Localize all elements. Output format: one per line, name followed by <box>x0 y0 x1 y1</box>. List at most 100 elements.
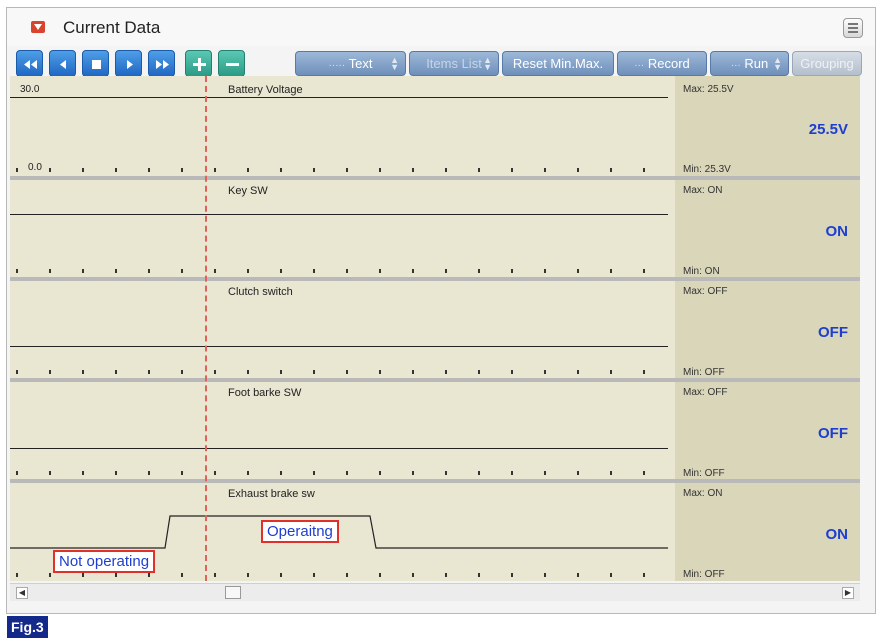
run-dropdown[interactable]: ··· Run ▲ ▼ <box>710 51 789 76</box>
plus-icon <box>193 58 206 71</box>
axis-tick <box>544 168 546 172</box>
value-panel-foot-brake-sw: Max: OFF OFF Min: OFF <box>675 382 860 479</box>
axis-tick <box>610 168 612 172</box>
axis-tick <box>82 471 84 475</box>
axis-tick <box>280 168 282 172</box>
right-arrow-icon <box>127 60 133 69</box>
axis-tick <box>412 370 414 374</box>
current-value: ON <box>825 223 849 240</box>
trace-line <box>10 448 668 449</box>
y-axis-min-label: 0.0 <box>28 162 42 173</box>
axis-tick <box>181 168 183 172</box>
horizontal-scrollbar[interactable]: ◀ ▶ <box>10 583 860 601</box>
fast-forward-button[interactable] <box>148 50 175 77</box>
axis-tick <box>610 573 612 577</box>
axis-tick <box>82 269 84 273</box>
axis-tick <box>82 573 84 577</box>
spinner-arrows-icon: ▲ ▼ <box>773 55 782 72</box>
max-value: Max: ON <box>683 185 723 196</box>
spinner-arrows-icon: ▲ ▼ <box>483 55 492 72</box>
stop-button[interactable] <box>82 50 109 77</box>
axis-tick <box>511 168 513 172</box>
current-data-graph[interactable]: 30.0 0.0 Battery Voltage Max: 25.5V 25.5… <box>10 76 860 581</box>
axis-tick <box>478 168 480 172</box>
axis-tick <box>610 471 612 475</box>
axis-tick <box>148 370 150 374</box>
axis-tick <box>511 573 513 577</box>
spinner-arrows-icon: ▲ ▼ <box>390 55 399 72</box>
current-value: ON <box>825 526 849 543</box>
axis-tick <box>643 168 645 172</box>
axis-tick <box>610 269 612 273</box>
axis-tick <box>445 269 447 273</box>
axis-tick <box>214 573 216 577</box>
axis-tick <box>478 471 480 475</box>
y-axis-max-label: 30.0 <box>20 84 40 95</box>
axis-tick <box>346 168 348 172</box>
scroll-right-arrow-icon[interactable]: ▶ <box>842 587 854 599</box>
min-value: Min: OFF <box>683 468 725 479</box>
not-operating-annotation: Not operating <box>53 550 156 573</box>
axis-tick <box>148 168 150 172</box>
scrollbar-thumb[interactable] <box>225 586 241 599</box>
scroll-left-arrow-icon[interactable]: ◀ <box>16 587 28 599</box>
axis-tick <box>247 370 249 374</box>
grouping-button[interactable]: Grouping <box>792 51 862 76</box>
axis-tick <box>610 370 612 374</box>
figure-caption: Fig.3 <box>7 616 48 638</box>
zoom-out-button[interactable] <box>218 50 245 77</box>
axis-tick <box>379 168 381 172</box>
axis-tick <box>346 573 348 577</box>
axis-tick <box>115 573 117 577</box>
rewind-button[interactable] <box>16 50 43 77</box>
axis-tick <box>478 370 480 374</box>
stop-square-icon <box>92 60 101 69</box>
back-button[interactable] <box>49 50 76 77</box>
record-label: Record <box>647 56 690 71</box>
text-dropdown-label: Text <box>348 56 373 71</box>
value-panel-clutch-switch: Max: OFF OFF Min: OFF <box>675 281 860 378</box>
current-value: OFF <box>818 425 848 442</box>
axis-tick <box>412 573 414 577</box>
axis-tick <box>181 573 183 577</box>
axis-tick <box>49 269 51 273</box>
time-cursor[interactable] <box>205 76 207 581</box>
reset-min-max-label: Reset Min.Max. <box>512 56 604 71</box>
trace-line <box>10 214 668 215</box>
axis-tick <box>544 573 546 577</box>
axis-tick <box>247 471 249 475</box>
axis-tick <box>577 573 579 577</box>
menu-icon[interactable] <box>843 18 863 38</box>
play-button[interactable] <box>115 50 142 77</box>
axis-tick <box>280 269 282 273</box>
zoom-in-button[interactable] <box>185 50 212 77</box>
axis-tick <box>16 168 18 172</box>
axis-tick <box>214 168 216 172</box>
lane-label: Foot barke SW <box>228 387 302 399</box>
axis-tick <box>379 573 381 577</box>
axis-tick <box>577 471 579 475</box>
axis-tick <box>313 269 315 273</box>
axis-tick <box>148 269 150 273</box>
record-button[interactable]: ··· Record <box>617 51 707 76</box>
window-title: Current Data <box>63 18 161 37</box>
axis-tick <box>49 573 51 577</box>
axis-tick <box>82 370 84 374</box>
min-value: Min: OFF <box>683 367 725 378</box>
lane-foot-brake-sw: Foot barke SW <box>10 382 675 479</box>
double-left-arrow-icon <box>24 60 37 69</box>
current-value: OFF <box>818 324 848 341</box>
axis-tick <box>214 370 216 374</box>
trace-line <box>10 97 668 98</box>
lane-battery-voltage: 30.0 0.0 Battery Voltage <box>10 76 675 173</box>
axis-tick <box>346 370 348 374</box>
dropdown-arrow-icon[interactable] <box>31 21 45 33</box>
items-list-dropdown[interactable]: Items List ▲ ▼ <box>409 51 499 76</box>
text-dropdown[interactable]: ····· Text ▲ ▼ <box>295 51 406 76</box>
reset-min-max-button[interactable]: Reset Min.Max. <box>502 51 614 76</box>
axis-tick <box>115 471 117 475</box>
axis-tick <box>544 269 546 273</box>
lane-clutch-switch: Clutch switch <box>10 281 675 378</box>
axis-tick <box>181 269 183 273</box>
axis-tick <box>379 370 381 374</box>
